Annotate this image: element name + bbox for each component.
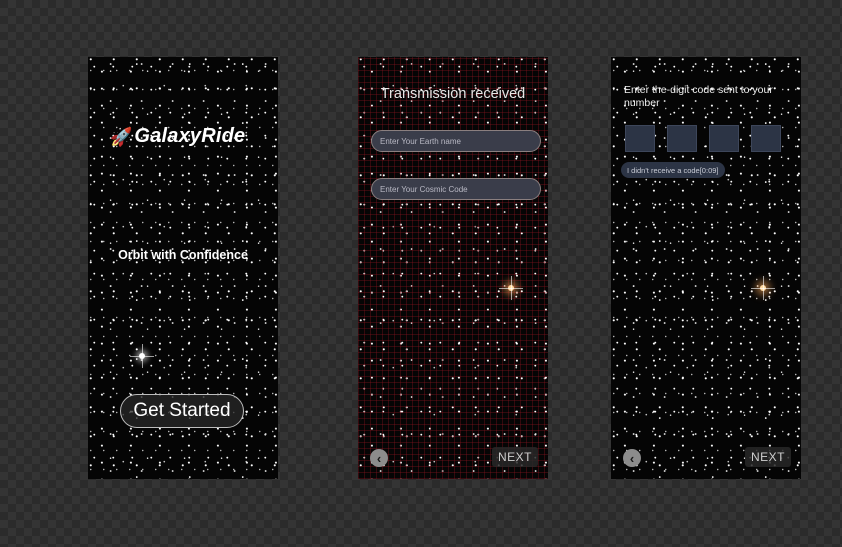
back-button[interactable]: ‹ — [370, 449, 388, 467]
welcome-screen: 🚀 GalaxyRide Orbit with Confidence Get S… — [88, 57, 278, 479]
bright-star — [499, 276, 523, 300]
code-digit-input[interactable] — [751, 125, 781, 152]
earth-name-input[interactable] — [371, 130, 541, 152]
next-button[interactable]: NEXT — [744, 447, 791, 467]
code-digit-input[interactable] — [625, 125, 655, 152]
login-screen: Transmission received ‹ NEXT — [358, 57, 548, 479]
get-started-button[interactable]: Get Started — [120, 394, 244, 428]
logo-text: GalaxyRide — [134, 125, 246, 147]
page-title: Transmission received — [380, 86, 526, 102]
verification-screen: Enter the-digit code sent to your number… — [611, 57, 801, 479]
rocket-icon: 🚀 — [110, 126, 133, 147]
cosmic-code-input[interactable] — [371, 178, 541, 200]
page-title: Enter the-digit code sent to your number — [624, 84, 773, 109]
back-button[interactable]: ‹ — [623, 449, 641, 467]
resend-code-link[interactable]: I didn't receive a code[0:09] — [621, 162, 725, 178]
bright-star — [751, 276, 775, 300]
code-digit-input[interactable] — [667, 125, 697, 152]
code-digit-input[interactable] — [709, 125, 739, 152]
next-button[interactable]: NEXT — [491, 447, 538, 467]
chevron-left-icon: ‹ — [629, 450, 635, 466]
bright-star — [130, 344, 154, 368]
app-logo: 🚀 GalaxyRide — [110, 125, 245, 148]
tagline: Orbit with Confidence — [118, 248, 248, 262]
chevron-left-icon: ‹ — [376, 450, 382, 466]
